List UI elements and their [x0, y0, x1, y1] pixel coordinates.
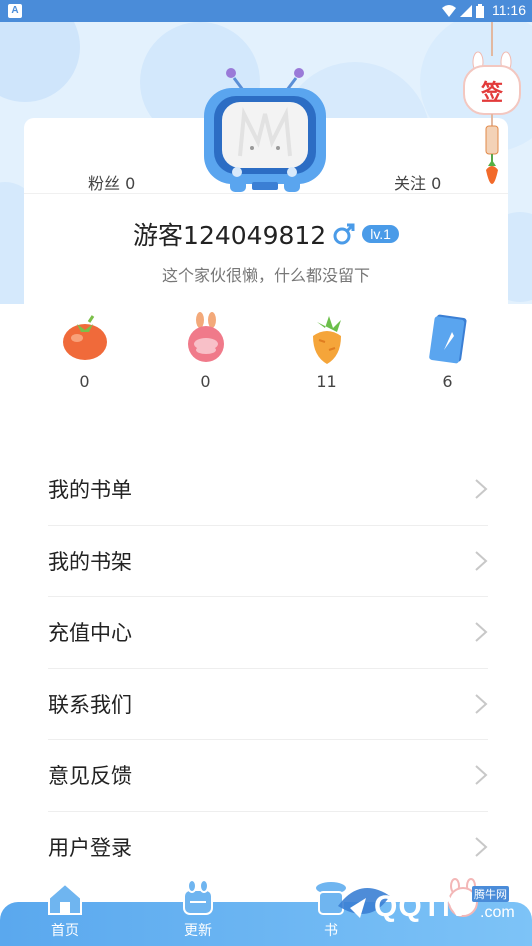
asset-tomato[interactable]: 0 — [24, 310, 145, 402]
follow-count[interactable]: 关注 0 — [394, 170, 441, 194]
asset-count: 6 — [442, 372, 453, 391]
profile-menu: 我的书单 我的书架 充值中心 联系我们 意见反馈 用户登录 — [48, 454, 488, 883]
menu-label: 我的书单 — [48, 478, 132, 503]
tomato-icon — [62, 315, 107, 360]
watermark-brand: QQTN — [374, 890, 465, 923]
username-row: 游客124049812 lv.1 — [0, 214, 532, 254]
home-icon — [48, 882, 82, 915]
nav-label: 首页 — [51, 923, 79, 939]
status-time: 11:16 — [492, 2, 526, 18]
asset-carrot[interactable]: 11 — [266, 310, 387, 402]
asset-count: 11 — [316, 372, 337, 391]
chevron-right-icon — [475, 479, 488, 499]
sign-in-charm[interactable]: 签 — [460, 22, 524, 196]
male-icon — [333, 223, 355, 245]
battery-icon — [476, 4, 484, 18]
fans-count[interactable]: 粉丝 0 — [88, 170, 135, 194]
username: 游客124049812 — [133, 221, 327, 250]
nav-label: 更新 — [184, 923, 212, 939]
status-icons — [442, 4, 484, 18]
level-badge: lv.1 — [362, 225, 399, 243]
chevron-right-icon — [475, 837, 488, 857]
user-bio: 这个家伙很懒，什么都没留下 — [161, 266, 370, 285]
assets-row: 0 0 11 6 — [24, 310, 508, 402]
chevron-right-icon — [475, 765, 488, 785]
carrot-icon — [312, 316, 341, 364]
tv-avatar[interactable] — [200, 64, 330, 198]
bg-bubble — [0, 22, 80, 102]
menu-item-booklist[interactable]: 我的书单 — [48, 454, 488, 526]
menu-label: 充值中心 — [48, 621, 132, 646]
sign-label: 签 — [480, 80, 504, 106]
watermark-cn: 腾牛网 — [472, 886, 509, 902]
asset-card[interactable]: 6 — [387, 310, 508, 402]
menu-item-recharge[interactable]: 充值中心 — [48, 597, 488, 669]
app-notification-icon: A — [8, 4, 22, 18]
watermark-suffix: .com — [480, 904, 515, 921]
chevron-right-icon — [475, 694, 488, 714]
wifi-icon — [442, 5, 456, 17]
nav-update[interactable]: 更新 — [163, 878, 233, 946]
chevron-right-icon — [475, 551, 488, 571]
asset-count: 0 — [79, 372, 90, 391]
radish-icon — [187, 312, 224, 362]
chevron-right-icon — [475, 622, 488, 642]
menu-label: 我的书架 — [48, 549, 132, 574]
asset-radish[interactable]: 0 — [145, 310, 266, 402]
menu-item-contact[interactable]: 联系我们 — [48, 669, 488, 740]
update-icon — [183, 879, 213, 915]
asset-count: 0 — [200, 372, 211, 391]
menu-label: 意见反馈 — [48, 764, 132, 789]
menu-item-bookshelf[interactable]: 我的书架 — [48, 526, 488, 597]
nav-home[interactable]: 首页 — [30, 878, 100, 946]
menu-label: 联系我们 — [48, 692, 132, 717]
menu-item-feedback[interactable]: 意见反馈 — [48, 740, 488, 812]
signal-icon — [460, 5, 472, 17]
menu-label: 用户登录 — [48, 836, 132, 861]
card-icon — [428, 314, 467, 364]
status-bar: A 11:16 — [0, 0, 532, 22]
